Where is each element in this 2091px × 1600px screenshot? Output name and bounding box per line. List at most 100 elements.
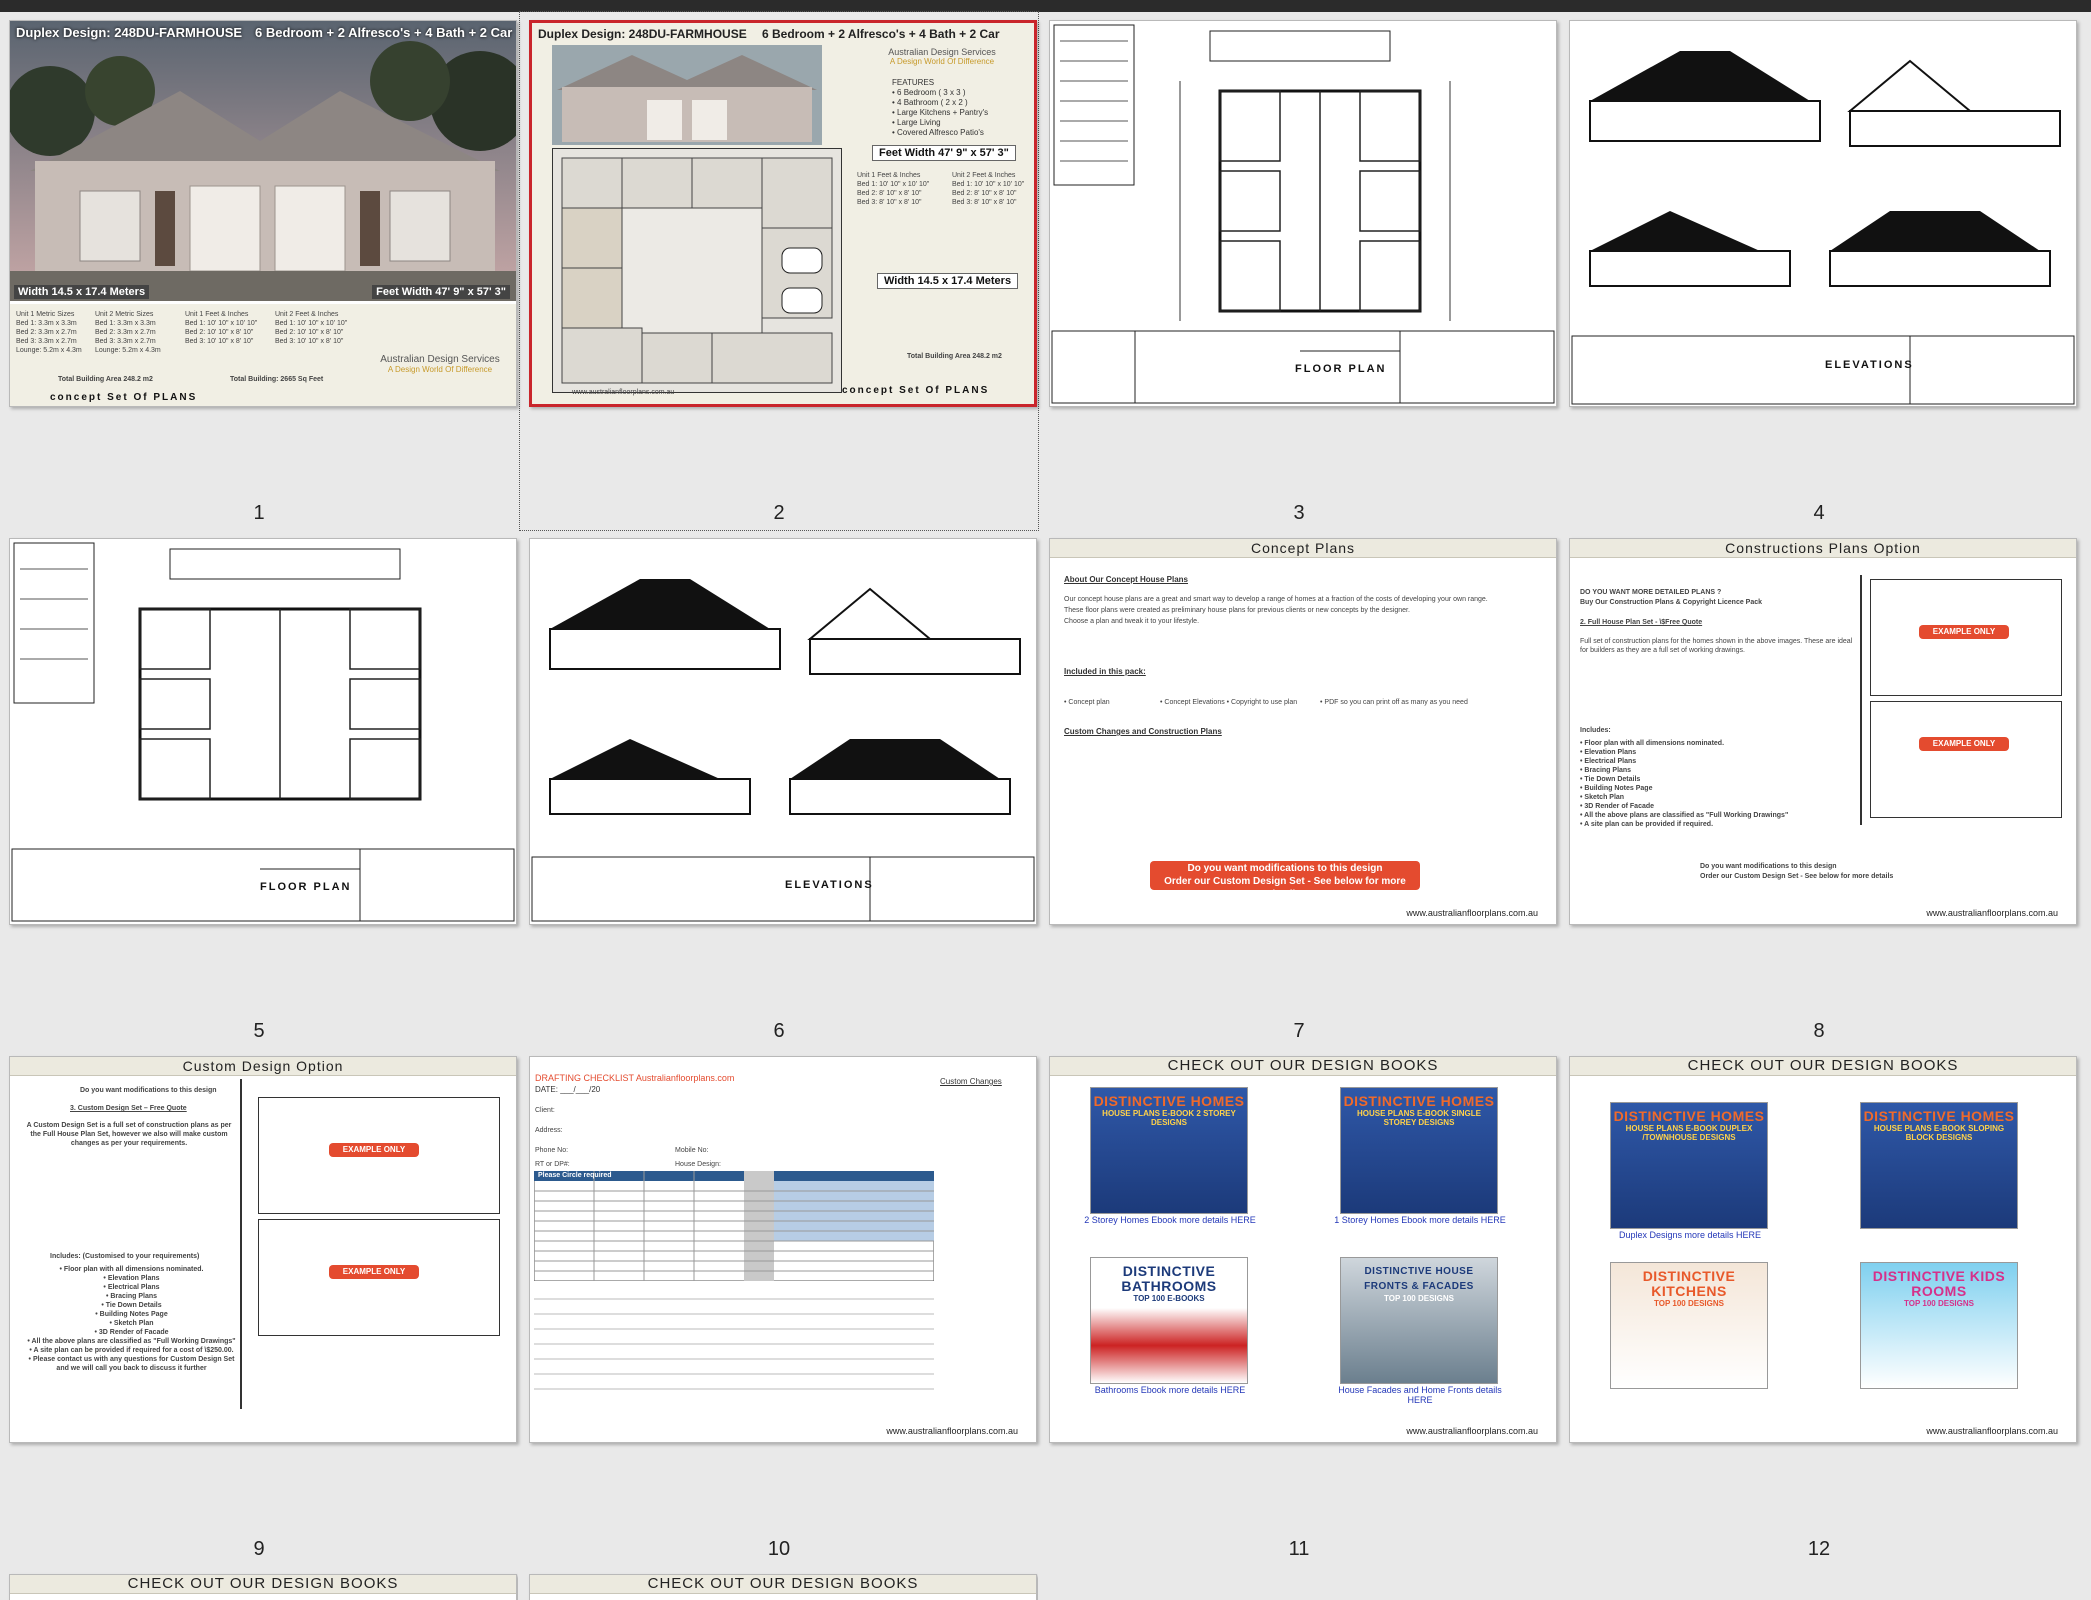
page-12-banner: CHECK OUT OUR DESIGN BOOKS [1570,1057,2076,1076]
page-number-9: 9 [253,1538,265,1560]
page-3-floor-plan-drawing [1051,24,1555,404]
page-6-preview[interactable]: ELEVATIONS [529,538,1037,925]
page-1-subtitle: 6 Bedroom + 2 Alfresco's + 4 Bath + 2 Ca… [255,25,513,40]
page-7-url: www.australianfloorplans.com.au [1406,908,1538,918]
page-12-book-1-caption[interactable]: Duplex Designs more details HERE [1600,1230,1780,1240]
page-1-width-meters: Width 14.5 x 17.4 Meters [14,285,150,299]
page-2-subtitle: 6 Bedroom + 2 Alfresco's + 4 Bath + 2 Ca… [762,27,1000,41]
page-10-title: DRAFTING CHECKLIST Australianfloorplans.… [535,1073,735,1083]
page-2-features: FEATURES • 6 Bedroom ( 3 x 3 ) • 4 Bathroo… [892,78,989,137]
page-8-option: 2. Full House Plan Set - \$Free Quote [1580,619,1703,626]
page-13-preview[interactable]: CHECK OUT OUR DESIGN BOOKS [9,1574,517,1600]
page-number-1: 1 [253,502,265,524]
page-7-banner: Concept Plans [1050,539,1556,558]
page-12-book-2[interactable]: DISTINCTIVE HOMES HOUSE PLANS E-BOOK SLO… [1860,1102,2018,1229]
page-2-footer: concept Set Of PLANS [842,385,990,396]
page-thumbnail-12[interactable]: CHECK OUT OUR DESIGN BOOKS DISTINCTIVE H… [1560,1048,2078,1566]
page-10-date: DATE: ___/___/20 [535,1085,601,1094]
page-12-book-1[interactable]: DISTINCTIVE HOMES HOUSE PLANS E-BOOK DUP… [1610,1102,1768,1229]
page-10-circle-label: Please Circle required [538,1172,612,1179]
page-11-book-4-caption[interactable]: House Facades and Home Fronts details HE… [1330,1385,1510,1405]
page-thumbnail-4[interactable]: ELEVATIONS 4 [1560,12,2078,530]
page-2-preview[interactable]: Duplex Design: 248DU-FARMHOUSE 6 Bedroom… [529,20,1037,407]
page-9-banner: Custom Design Option [10,1057,516,1076]
page-7-heading-custom: Custom Changes and Construction Plans [1064,727,1222,736]
page-number-6: 6 [773,1020,785,1042]
page-11-preview[interactable]: CHECK OUT OUR DESIGN BOOKS DISTINCTIVE H… [1049,1056,1557,1443]
page-2-house-render [552,45,822,145]
page-10-address: Address: [535,1127,563,1134]
page-12-book-4[interactable]: DISTINCTIVE KIDS ROOMS TOP 100 DESIGNS [1860,1262,2018,1389]
page-5-preview[interactable]: FLOOR PLAN [9,538,517,925]
page-9-items: • Floor plan with all dimensions nominat… [27,1266,236,1372]
page-11-book-2-caption[interactable]: 1 Storey Homes Ebook more details HERE [1330,1215,1510,1225]
page-10-house-design: House Design: [675,1161,721,1168]
page-number-2: 2 [773,502,785,524]
page-7-bullet-3: • PDF so you can print off as many as yo… [1320,699,1468,706]
page-7-preview[interactable]: Concept Plans About Our Concept House Pl… [1049,538,1557,925]
page-1-brand: Australian Design Services A Design World… [380,354,500,374]
page-thumbnail-11[interactable]: CHECK OUT OUR DESIGN BOOKS DISTINCTIVE H… [1040,1048,1558,1566]
page-thumbnail-6[interactable]: ELEVATIONS 6 [520,530,1038,1048]
page-11-book-4[interactable]: DISTINCTIVE HOUSE FRONTS & FACADES TOP 1… [1340,1257,1498,1384]
page-thumbnail-1[interactable]: Duplex Design: 248DU-FARMHOUSE 6 Bedroom… [0,12,518,530]
page-thumbnail-grid[interactable]: Duplex Design: 248DU-FARMHOUSE 6 Bedroom… [0,11,2091,1600]
page-number-7: 7 [1293,1020,1305,1042]
page-1-title: Duplex Design: 248DU-FARMHOUSE [16,25,243,40]
page-10-client: Client: [535,1107,555,1114]
page-8-question: DO YOU WANT MORE DETAILED PLANS ? [1580,589,1722,596]
page-thumbnail-5[interactable]: FLOOR PLAN 5 [0,530,518,1048]
page-14-banner: CHECK OUT OUR DESIGN BOOKS [530,1575,1036,1594]
page-10-mobile: Mobile No: [675,1147,709,1154]
page-4-preview[interactable]: ELEVATIONS [1569,20,2077,407]
page-11-book-3[interactable]: DISTINCTIVE BATHROOMS TOP 100 E-BOOKS [1090,1257,1248,1384]
page-11-book-1-caption[interactable]: 2 Storey Homes Ebook more details HERE [1080,1215,1260,1225]
page-9-desc: A Custom Design Set is a full set of con… [26,1122,232,1147]
page-2-floor-plan [552,148,842,393]
page-1-width-feet: Feet Width 47' 9" x 57' 3" [372,285,510,299]
page-11-book-2[interactable]: DISTINCTIVE HOMES HOUSE PLANS E-BOOK SIN… [1340,1087,1498,1214]
page-8-banner: Constructions Plans Option [1570,539,2076,558]
page-1-total-feet: Total Building: 2665 Sq Feet [230,376,324,383]
page-thumbnail-13[interactable]: CHECK OUT OUR DESIGN BOOKS [0,1566,518,1600]
page-1-total-area: Total Building Area 248.2 m2 [58,376,153,383]
page-7-modifications-button[interactable]: Do you want modifications to this design… [1150,861,1420,900]
page-14-preview[interactable]: CHECK OUT OUR DESIGN BOOKS [529,1574,1037,1600]
page-9-example-plan-1: EXAMPLE ONLY [258,1097,500,1214]
page-7-heading-about: About Our Concept House Plans [1064,575,1189,584]
page-7-bullet-1: • Concept plan [1064,699,1110,706]
page-3-label: FLOOR PLAN [1295,363,1387,375]
page-7-heading-included: Included in this pack: [1064,667,1146,676]
page-number-10: 10 [767,1538,791,1560]
page-number-5: 5 [253,1020,265,1042]
page-3-preview[interactable]: FLOOR PLAN [1049,20,1557,407]
page-thumbnail-9[interactable]: Custom Design Option Do you want modific… [0,1048,518,1566]
page-10-lot: RT or DP#: [535,1161,570,1168]
page-thumbnail-2[interactable]: Duplex Design: 248DU-FARMHOUSE 6 Bedroom… [519,11,1039,531]
page-thumbnail-7[interactable]: Concept Plans About Our Concept House Pl… [1040,530,1558,1048]
window-top-bar [0,0,2091,12]
page-2-url: www.australianfloorplans.com.au [572,389,675,396]
page-12-preview[interactable]: CHECK OUT OUR DESIGN BOOKS DISTINCTIVE H… [1569,1056,2077,1443]
page-6-elevations-drawing [531,579,1035,922]
page-thumbnail-10[interactable]: DRAFTING CHECKLIST Australianfloorplans.… [520,1048,1038,1566]
page-2-brand: Australian Design Services A Design World… [888,47,996,66]
page-13-banner: CHECK OUT OUR DESIGN BOOKS [10,1575,516,1594]
page-8-example-plan-1: EXAMPLE ONLY [1870,579,2062,696]
page-1-preview[interactable]: Duplex Design: 248DU-FARMHOUSE 6 Bedroom… [9,20,517,407]
page-1-footer: concept Set Of PLANS [50,392,198,403]
page-8-preview[interactable]: Constructions Plans Option DO YOU WANT M… [1569,538,2077,925]
page-9-preview[interactable]: Custom Design Option Do you want modific… [9,1056,517,1443]
page-6-label: ELEVATIONS [785,879,874,891]
page-10-preview[interactable]: DRAFTING CHECKLIST Australianfloorplans.… [529,1056,1037,1443]
page-11-book-3-caption[interactable]: Bathrooms Ebook more details HERE [1080,1385,1260,1395]
page-1-specs-panel: Unit 1 Metric Sizes Bed 1: 3.3m x 3.3m Bed… [10,304,516,406]
page-10-phone: Phone No: [535,1147,569,1154]
page-12-book-3[interactable]: DISTINCTIVE KITCHENS TOP 100 DESIGNS [1610,1262,1768,1389]
page-2-total-area: Total Building Area 248.2 m2 [907,353,1002,360]
page-thumbnail-14[interactable]: CHECK OUT OUR DESIGN BOOKS [520,1566,1038,1600]
page-thumbnail-8[interactable]: Constructions Plans Option DO YOU WANT M… [1560,530,2078,1048]
page-thumbnail-3[interactable]: FLOOR PLAN 3 [1040,12,1558,530]
page-11-banner: CHECK OUT OUR DESIGN BOOKS [1050,1057,1556,1076]
page-11-book-1[interactable]: DISTINCTIVE HOMES HOUSE PLANS E-BOOK 2 S… [1090,1087,1248,1214]
